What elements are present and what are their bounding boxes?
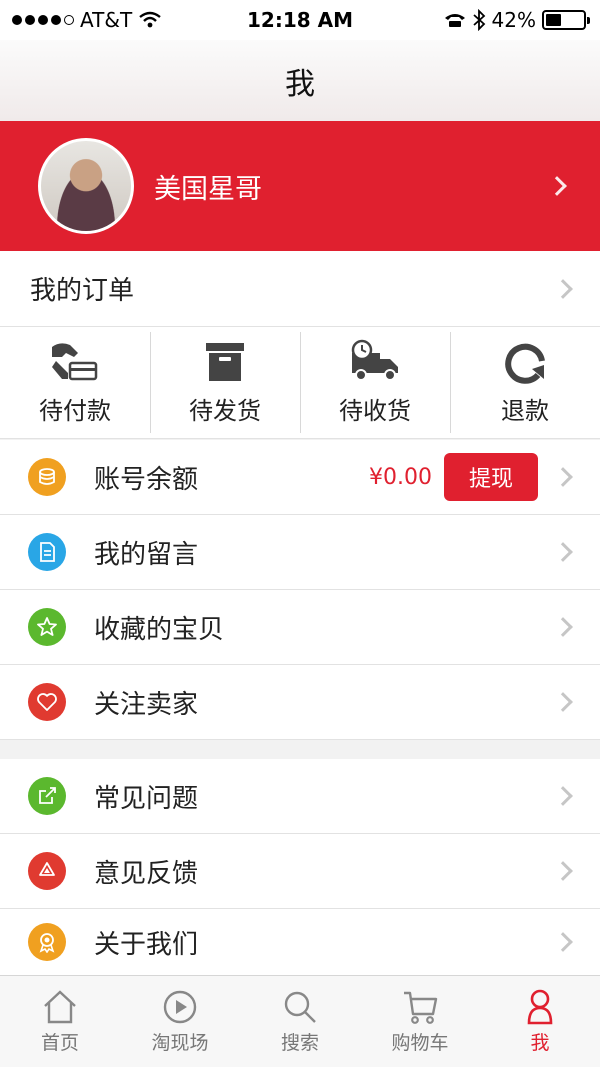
menu-item-follow-sellers[interactable]: 关注卖家 — [0, 665, 600, 740]
order-status-pending-receipt[interactable]: 待收货 — [300, 327, 450, 438]
order-status-bar: 待付款 待发货 待收货 退款 — [0, 327, 600, 439]
star-icon — [28, 608, 66, 646]
chevron-right-icon — [553, 467, 573, 487]
tab-label: 购物车 — [391, 1032, 449, 1054]
chevron-right-icon — [553, 932, 573, 952]
menu-label: 关于我们 — [94, 929, 199, 960]
order-status-refund[interactable]: 退款 — [450, 327, 600, 438]
refresh-icon — [505, 343, 545, 384]
menu-item-favorites[interactable]: 收藏的宝贝 — [0, 590, 600, 665]
tab-bar: 首页 淘现场 搜索 购物车 我 — [0, 975, 600, 1067]
menu-label: 意见反馈 — [94, 858, 199, 889]
carrier-label: AT&T — [80, 8, 133, 32]
cart-icon — [404, 991, 438, 1024]
menu-label: 账号余额 — [94, 464, 199, 495]
order-status-label: 退款 — [501, 397, 549, 425]
recycle-icon — [28, 852, 66, 890]
tab-label: 首页 — [40, 1032, 79, 1054]
balance-amount: ¥0.00 — [369, 464, 432, 490]
coin-stack-icon — [28, 458, 66, 496]
chevron-right-icon — [553, 692, 573, 712]
battery-percent: 42% — [491, 8, 536, 32]
document-icon — [28, 533, 66, 571]
menu-label: 常见问题 — [94, 783, 199, 814]
person-icon — [527, 989, 553, 1025]
profile-name: 美国星哥 — [154, 173, 262, 205]
chevron-right-icon — [553, 617, 573, 637]
menu-label: 收藏的宝贝 — [94, 614, 225, 645]
phone-icon — [444, 14, 465, 27]
play-icon — [163, 990, 197, 1024]
chevron-right-icon — [553, 861, 573, 881]
menu-label: 我的留言 — [94, 539, 199, 570]
menu-item-messages[interactable]: 我的留言 — [0, 515, 600, 590]
navigation-bar: 我 — [0, 40, 600, 121]
home-icon — [44, 990, 76, 1024]
signal-strength-icon — [12, 15, 74, 25]
chevron-right-icon — [553, 786, 573, 806]
tab-label: 搜索 — [280, 1032, 319, 1054]
search-icon — [284, 991, 316, 1023]
menu-item-feedback[interactable]: 意见反馈 — [0, 834, 600, 909]
tab-label: 淘现场 — [151, 1032, 209, 1054]
delivery-truck-icon — [351, 339, 398, 381]
menu-item-about[interactable]: 关于我们 — [0, 909, 600, 975]
my-orders-row[interactable]: 我的订单 — [0, 251, 600, 327]
tab-live[interactable]: 淘现场 — [120, 976, 240, 1067]
status-left: AT&T — [12, 8, 162, 32]
menu-label: 关注卖家 — [94, 689, 199, 720]
avatar[interactable] — [38, 138, 134, 234]
heart-icon — [28, 683, 66, 721]
bluetooth-icon — [472, 9, 485, 31]
wifi-icon — [139, 11, 161, 28]
menu-item-faq[interactable]: 常见问题 — [0, 759, 600, 834]
chevron-right-icon — [553, 542, 573, 562]
tab-search[interactable]: 搜索 — [240, 976, 360, 1067]
award-icon — [28, 923, 66, 961]
box-icon — [206, 343, 244, 381]
order-status-pending-shipment[interactable]: 待发货 — [150, 327, 300, 438]
profile-header[interactable]: 美国星哥 — [0, 121, 600, 251]
chevron-right-icon — [553, 278, 573, 299]
order-status-label: 待发货 — [189, 397, 261, 425]
order-status-pending-payment[interactable]: 待付款 — [0, 327, 150, 438]
tab-home[interactable]: 首页 — [0, 976, 120, 1067]
my-orders-label: 我的订单 — [30, 276, 135, 306]
withdraw-button[interactable]: 提现 — [444, 453, 538, 501]
share-box-icon — [28, 777, 66, 815]
menu-item-balance[interactable]: 账号余额 ¥0.00 提现 — [0, 440, 600, 515]
payment-hand-icon — [52, 343, 98, 381]
tab-label: 我 — [530, 1032, 550, 1054]
tab-cart[interactable]: 购物车 — [360, 976, 480, 1067]
status-bar: AT&T 12:18 AM 42% — [0, 0, 600, 40]
page-title: 我 — [285, 66, 315, 102]
battery-icon — [542, 10, 590, 30]
tab-me[interactable]: 我 — [480, 976, 600, 1067]
battery-fill — [546, 14, 562, 26]
status-right: 42% — [444, 8, 590, 32]
chevron-right-icon — [547, 176, 567, 196]
order-status-label: 待付款 — [39, 397, 111, 425]
order-status-label: 待收货 — [339, 397, 411, 425]
